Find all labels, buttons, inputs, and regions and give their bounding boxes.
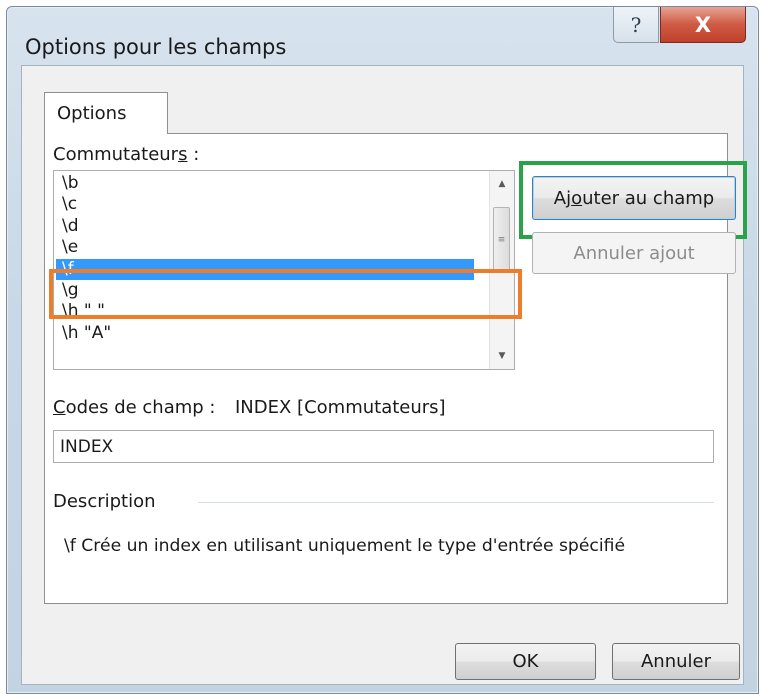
tab-options[interactable]: Options — [44, 92, 168, 134]
description-heading: Description — [53, 491, 156, 512]
help-icon: ? — [630, 12, 642, 37]
scrollbar-thumb[interactable]: ≡ — [493, 207, 510, 273]
undo-add-label: Annuler ajout — [573, 242, 695, 264]
scroll-up-arrow-icon[interactable]: ▲ — [490, 173, 514, 195]
description-group-divider — [198, 502, 714, 503]
selected-item-highlight-annotation — [49, 269, 522, 319]
ok-label: OK — [512, 651, 539, 672]
field-options-dialog: Options pour les champs ? X Options Comm… — [6, 6, 759, 694]
field-codes-label-mnemonic: C — [53, 397, 66, 418]
switches-label-suffix: : — [187, 144, 200, 165]
cancel-label: Annuler — [640, 651, 711, 672]
field-codes-input[interactable]: INDEX — [53, 430, 714, 463]
scroll-down-arrow-icon[interactable]: ▼ — [490, 345, 514, 367]
undo-add-button[interactable]: Annuler ajout — [532, 232, 736, 274]
list-item-switch-h-a[interactable]: \h "A" — [56, 323, 474, 344]
title-bar: Options pour les champs ? X — [7, 7, 758, 65]
dialog-client-area: Options Commutateurs : \b \c \d \e \f \g… — [21, 65, 747, 685]
field-codes-label: Codes de champ : — [53, 397, 216, 418]
list-item-switch-d[interactable]: \d — [56, 216, 474, 237]
close-icon: X — [694, 12, 712, 37]
ok-button[interactable]: OK — [455, 643, 596, 680]
close-button[interactable]: X — [660, 7, 746, 43]
help-button[interactable]: ? — [613, 7, 659, 43]
list-item-switch-b[interactable]: \b — [56, 173, 474, 194]
tab-options-label: Options — [57, 103, 127, 124]
cancel-button[interactable]: Annuler — [612, 643, 740, 680]
switches-label-prefix: Commutateur — [53, 144, 179, 165]
field-codes-syntax: INDEX [Commutateurs] — [235, 397, 446, 418]
list-item-switch-e[interactable]: \e — [56, 237, 474, 258]
dialog-title: Options pour les champs — [25, 35, 287, 59]
description-text: \f Crée un index en utilisant uniquement… — [64, 536, 626, 556]
switches-label: Commutateurs : — [53, 144, 199, 165]
list-item-switch-c[interactable]: \c — [56, 194, 474, 215]
field-codes-label-rest: odes de champ : — [65, 397, 216, 418]
add-button-highlight-annotation — [519, 161, 747, 239]
